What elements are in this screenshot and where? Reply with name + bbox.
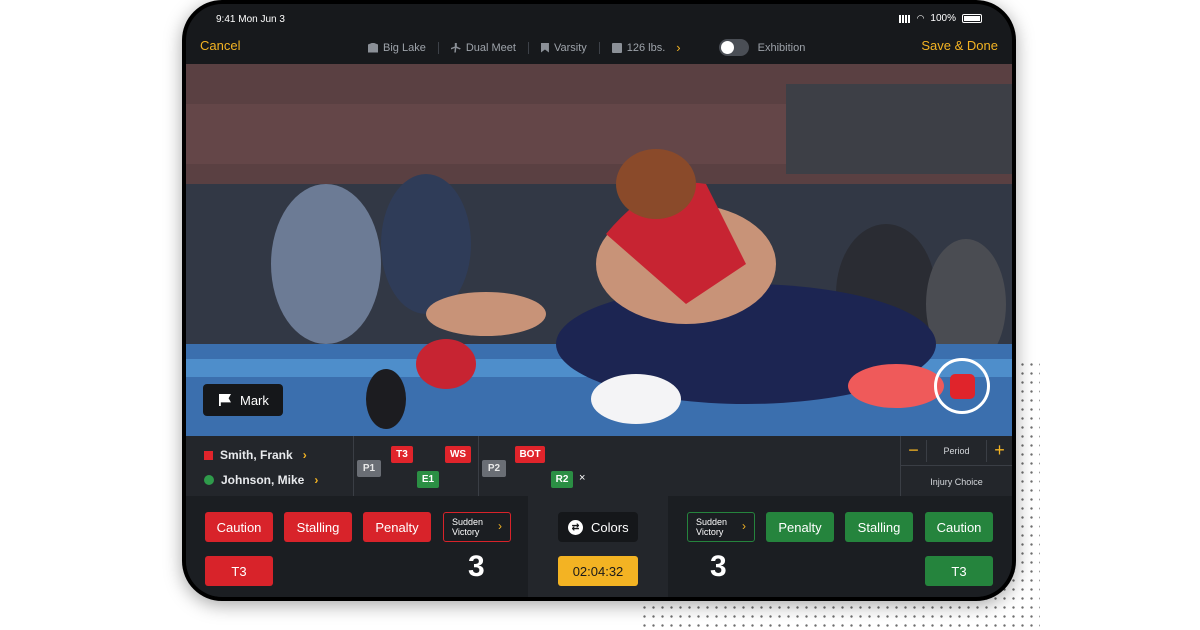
period-2-marker[interactable]: P2	[482, 460, 506, 477]
tablet-screen: 9:41 Mon Jun 3 ◠ 100% Cancel Big Lake Du…	[186, 4, 1012, 597]
green-stalling-button[interactable]: Stalling	[845, 512, 913, 542]
status-icons: ◠ 100%	[898, 13, 982, 24]
period-divider	[478, 436, 479, 496]
location-item[interactable]: Big Lake	[368, 42, 426, 54]
colors-label: Colors	[591, 519, 629, 535]
level-label: Varsity	[553, 41, 587, 54]
exhibition-label: Exhibition	[757, 41, 806, 54]
tablet-device: 9:41 Mon Jun 3 ◠ 100% Cancel Big Lake Du…	[182, 0, 1016, 601]
exhibition-toggle[interactable]	[718, 39, 749, 56]
weight-item[interactable]: 126 lbs. ›	[611, 40, 681, 55]
flag-icon	[219, 394, 231, 406]
weight-label: 126 lbs.	[626, 41, 666, 54]
green-sudden-victory-button[interactable]: Sudden Victory ›	[687, 512, 755, 542]
control-panel: Caution Stalling Penalty Sudden Victory ›…	[186, 496, 1012, 597]
sudden-line-1: Sudden	[696, 517, 728, 527]
battery-percent: 100%	[930, 13, 956, 24]
red-caution-button[interactable]: Caution	[205, 512, 273, 542]
divider	[693, 42, 707, 54]
green-wrestler[interactable]: Johnson, Mike ›	[204, 473, 318, 487]
period-minus-button[interactable]: −	[901, 440, 927, 462]
green-score: 3	[710, 550, 727, 583]
chevron-right-icon: ›	[742, 519, 746, 533]
remove-event-button[interactable]: ×	[579, 472, 585, 484]
location-label: Big Lake	[383, 41, 426, 54]
sudden-victory-label: Sudden Victory	[696, 517, 727, 537]
chevron-right-icon: ›	[498, 519, 502, 533]
period-label: Period	[943, 446, 970, 456]
bookmark-icon	[540, 42, 549, 53]
colors-button[interactable]: ⇄ Colors	[558, 512, 638, 542]
scale-icon	[611, 42, 622, 53]
green-penalty-button[interactable]: Penalty	[766, 512, 834, 542]
green-t3-button[interactable]: T3	[925, 556, 993, 586]
divider	[527, 41, 529, 54]
match-clock[interactable]: 02:04:32	[558, 556, 638, 586]
match-info: Big Lake Dual Meet Varsity 126 lbs. › Ex…	[368, 39, 805, 56]
event-tag[interactable]: BOT	[515, 446, 545, 463]
red-wrestler-name: Smith, Frank	[220, 448, 293, 462]
mark-button[interactable]: Mark	[203, 384, 283, 416]
level-item[interactable]: Varsity	[540, 41, 587, 54]
event-tag[interactable]: E1	[417, 471, 439, 488]
event-tag[interactable]: WS	[445, 446, 471, 463]
signal-icon	[898, 14, 911, 23]
period-1-marker[interactable]: P1	[357, 460, 381, 477]
status-time: 9:41 Mon Jun 3	[216, 14, 285, 25]
sudden-victory-label: Sudden Victory	[452, 517, 483, 537]
meet-type-label: Dual Meet	[465, 41, 516, 54]
red-color-swatch	[204, 450, 213, 460]
video-frame-image	[186, 64, 1012, 436]
red-score: 3	[468, 550, 485, 583]
status-bar: 9:41 Mon Jun 3 ◠ 100%	[186, 4, 1012, 30]
wrestler-names: Smith, Frank › Johnson, Mike ›	[186, 436, 354, 496]
period-plus-button[interactable]: +	[986, 440, 1012, 462]
sudden-line-2: Victory	[696, 527, 724, 537]
score-timeline: Smith, Frank › Johnson, Mike › P1 T3 WS …	[186, 436, 1012, 496]
red-wrestler[interactable]: Smith, Frank ›	[204, 448, 307, 462]
red-sudden-victory-button[interactable]: Sudden Victory ›	[443, 512, 511, 542]
red-stalling-button[interactable]: Stalling	[284, 512, 352, 542]
injury-choice-button[interactable]: Injury Choice	[901, 477, 1012, 487]
record-button[interactable]	[934, 358, 990, 414]
chevron-right-icon: ›	[302, 448, 307, 462]
swap-icon: ⇄	[568, 519, 583, 535]
battery-icon	[962, 14, 982, 23]
red-t3-button[interactable]: T3	[205, 556, 273, 586]
chevron-right-icon: ›	[676, 40, 681, 55]
nav-bar: Cancel Big Lake Dual Meet Varsity 126 lb…	[186, 30, 1012, 64]
chevron-right-icon: ›	[314, 473, 319, 487]
period-stepper: − Period +	[901, 436, 1012, 466]
match-video[interactable]: Mark	[186, 64, 1012, 436]
stop-icon	[949, 373, 975, 399]
cancel-button[interactable]: Cancel	[200, 38, 240, 53]
building-icon	[368, 42, 378, 53]
sudden-line-2: Victory	[452, 527, 480, 537]
meet-type-item[interactable]: Dual Meet	[450, 41, 516, 54]
period-control: − Period + Injury Choice	[900, 436, 1012, 496]
event-tag[interactable]: T3	[391, 446, 413, 463]
sudden-line-1: Sudden	[452, 517, 484, 527]
save-done-button[interactable]: Save & Done	[921, 38, 998, 53]
mark-label: Mark	[240, 392, 269, 408]
red-penalty-button[interactable]: Penalty	[363, 512, 431, 542]
divider	[598, 41, 600, 54]
green-caution-button[interactable]: Caution	[925, 512, 993, 542]
green-color-swatch	[204, 475, 214, 485]
divider	[437, 41, 439, 54]
wrestler-icon	[450, 42, 461, 53]
green-wrestler-name: Johnson, Mike	[221, 473, 305, 487]
event-tag[interactable]: R2	[551, 471, 573, 488]
wifi-icon: ◠	[916, 13, 925, 23]
